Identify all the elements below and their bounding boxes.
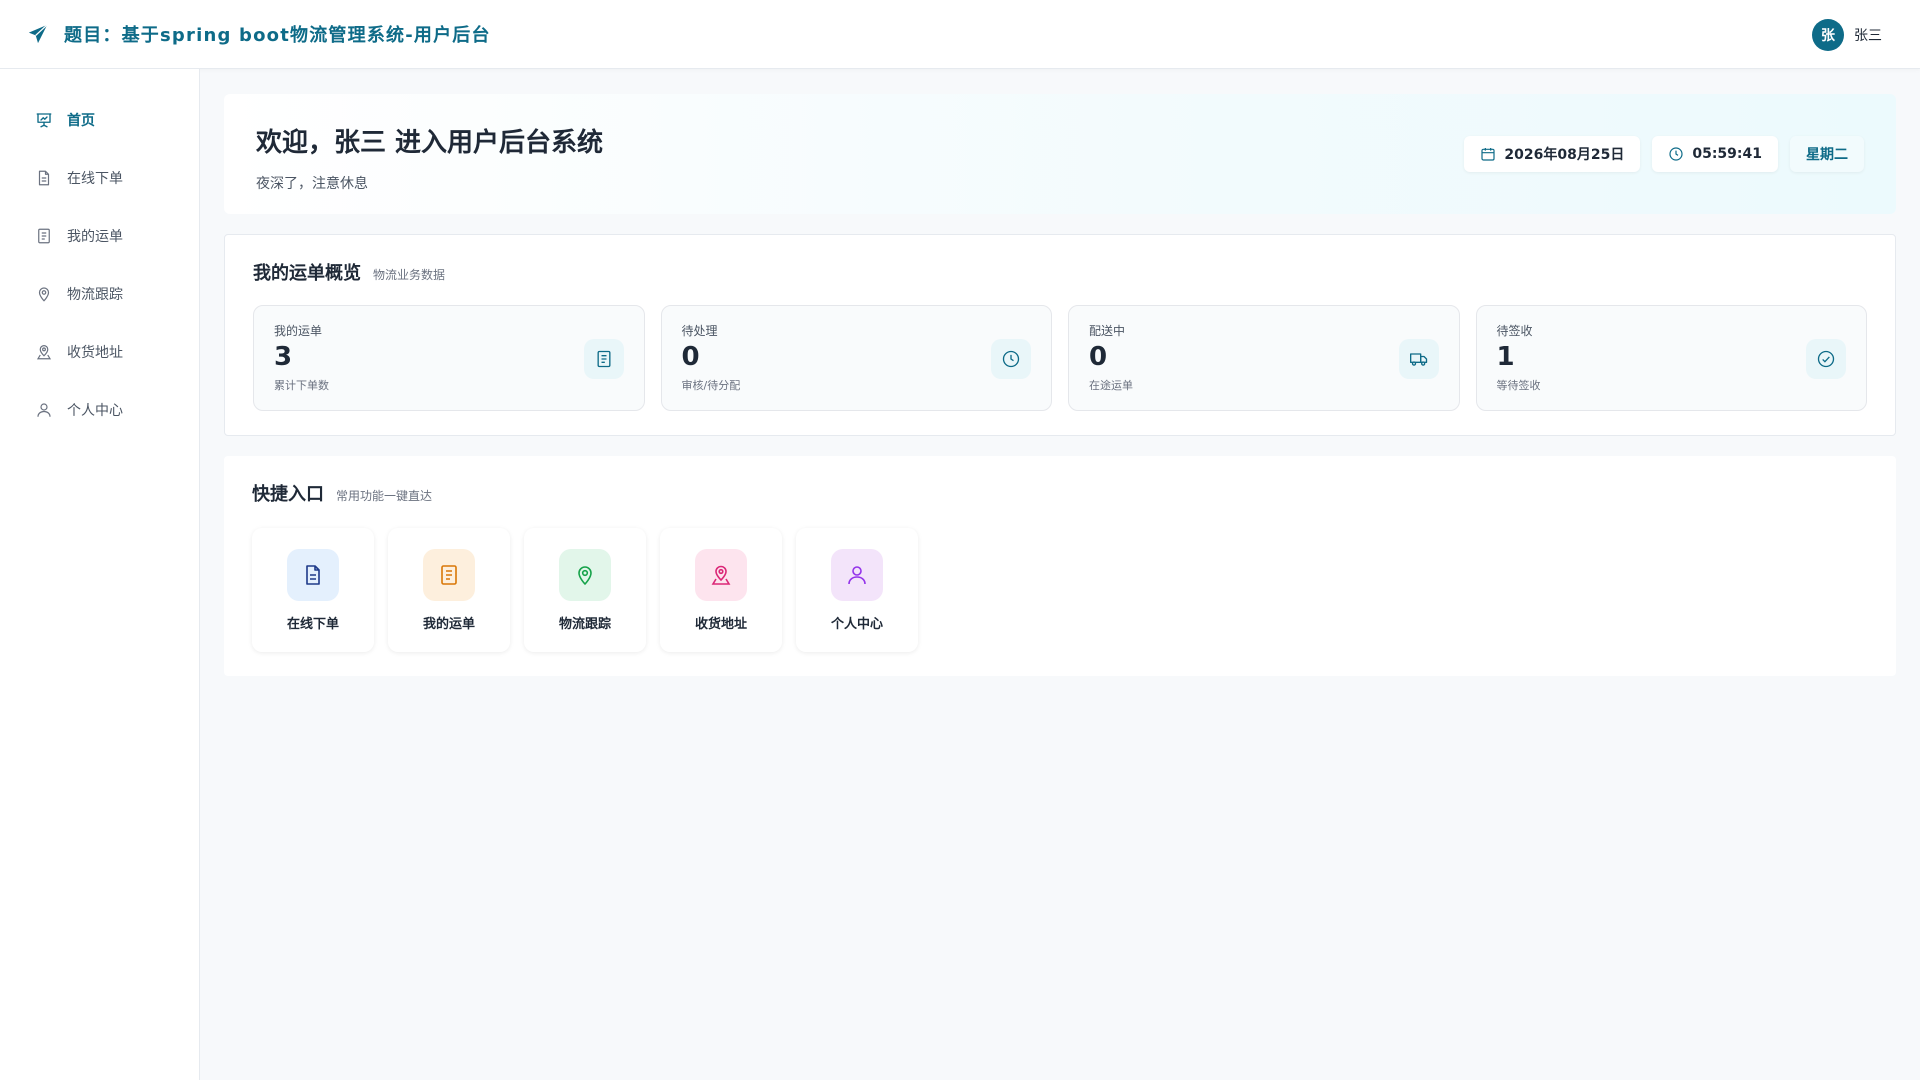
stat-label: 待处理 bbox=[681, 324, 718, 338]
document-icon bbox=[287, 549, 339, 601]
quick-card-address[interactable]: 收货地址 bbox=[660, 528, 782, 652]
quick-card-label: 我的运单 bbox=[422, 617, 475, 632]
sidebar-item-label: 个人中心 bbox=[67, 403, 123, 419]
map-pin-icon bbox=[36, 345, 52, 360]
clock-icon bbox=[991, 339, 1031, 379]
check-circle-icon bbox=[1806, 339, 1846, 379]
date-chip: 2026年08月25日 bbox=[1464, 136, 1641, 172]
sidebar-item-address[interactable]: 收货地址 bbox=[0, 323, 199, 381]
quick-card-label: 个人中心 bbox=[830, 617, 883, 632]
quick-card-my-waybills[interactable]: 我的运单 bbox=[388, 528, 510, 652]
quick-card-label: 在线下单 bbox=[286, 617, 339, 632]
welcome-banner: 欢迎，张三 进入用户后台系统 夜深了，注意休息 2026年08月25日 05:5… bbox=[224, 94, 1896, 214]
sidebar-item-online-order[interactable]: 在线下单 bbox=[0, 149, 199, 207]
stat-label: 待签收 bbox=[1496, 324, 1533, 338]
panel-title: 快捷入口 bbox=[252, 484, 324, 505]
welcome-subtitle: 夜深了，注意休息 bbox=[256, 176, 368, 192]
panel-subtitle: 常用功能一键直达 bbox=[336, 489, 433, 503]
user-icon bbox=[831, 549, 883, 601]
clock-icon bbox=[1669, 147, 1683, 161]
stat-card-my-waybills[interactable]: 我的运单 3 累计下单数 bbox=[253, 305, 645, 411]
quick-card-online-order[interactable]: 在线下单 bbox=[252, 528, 374, 652]
stat-label: 配送中 bbox=[1089, 324, 1126, 338]
calendar-icon bbox=[1481, 148, 1496, 161]
time-chip: 05:59:41 bbox=[1652, 136, 1778, 172]
sidebar-item-label: 物流跟踪 bbox=[67, 287, 123, 303]
list-document-icon bbox=[38, 228, 50, 244]
stat-card-pending[interactable]: 待处理 0 审核/待分配 bbox=[660, 305, 1052, 411]
paper-plane-icon bbox=[26, 22, 50, 46]
weekday-text: 星期二 bbox=[1806, 147, 1848, 163]
user-menu[interactable]: 张 张三 bbox=[1812, 0, 1882, 69]
datetime-chips: 2026年08月25日 05:59:41 星期二 bbox=[1464, 136, 1864, 172]
list-document-icon bbox=[423, 549, 475, 601]
panel-subtitle: 物流业务数据 bbox=[373, 268, 446, 282]
sidebar-item-label: 我的运单 bbox=[67, 229, 123, 245]
panel-header: 快捷入口 常用功能一键直达 bbox=[252, 480, 1868, 506]
stat-desc: 累计下单数 bbox=[274, 379, 329, 392]
time-text: 05:59:41 bbox=[1692, 146, 1762, 162]
stat-value: 3 bbox=[274, 342, 293, 372]
sidebar-item-home[interactable]: 首页 bbox=[0, 91, 199, 149]
stat-card-to-sign[interactable]: 待签收 1 等待签收 bbox=[1475, 305, 1867, 411]
avatar[interactable]: 张 bbox=[1812, 18, 1844, 51]
stat-label: 我的运单 bbox=[274, 324, 323, 338]
quick-card-profile[interactable]: 个人中心 bbox=[796, 528, 918, 652]
stat-desc: 等待签收 bbox=[1496, 379, 1541, 392]
stat-value: 0 bbox=[681, 342, 700, 372]
panel-title: 我的运单概览 bbox=[253, 263, 361, 284]
weekday-chip: 星期二 bbox=[1790, 136, 1864, 172]
stat-value: 1 bbox=[1496, 342, 1515, 372]
list-document-icon bbox=[583, 339, 624, 379]
stat-desc: 审核/待分配 bbox=[681, 379, 741, 392]
stats-row: 我的运单 3 累计下单数 待处理 0 审核/待分配 配送中 0 在途运单 待签收… bbox=[253, 305, 1867, 411]
app-title: 题目：基于spring boot物流管理系统-用户后台 bbox=[64, 25, 491, 46]
date-text: 2026年08月25日 bbox=[1504, 147, 1625, 163]
sidebar: 首页 在线下单 我的运单 物流跟踪 收货地址 个人中心 bbox=[0, 69, 200, 1080]
stat-desc: 在途运单 bbox=[1089, 379, 1133, 392]
top-header: 题目：基于spring boot物流管理系统-用户后台 张 张三 bbox=[0, 0, 1920, 69]
sidebar-item-label: 首页 bbox=[67, 113, 95, 129]
user-name[interactable]: 张三 bbox=[1854, 25, 1882, 45]
quick-card-label: 物流跟踪 bbox=[558, 617, 611, 632]
document-icon bbox=[38, 170, 50, 186]
sidebar-item-label: 收货地址 bbox=[67, 345, 123, 361]
quick-access-panel: 快捷入口 常用功能一键直达 在线下单 我的运单 物流跟踪 收货地址 个人中心 bbox=[224, 456, 1896, 676]
sidebar-item-label: 在线下单 bbox=[67, 171, 123, 187]
waybill-overview-panel: 我的运单概览 物流业务数据 我的运单 3 累计下单数 待处理 0 审核/待分配 bbox=[224, 234, 1896, 436]
user-icon bbox=[37, 403, 51, 417]
map-pin-icon bbox=[695, 549, 747, 601]
quick-card-tracking[interactable]: 物流跟踪 bbox=[524, 528, 646, 652]
stat-card-delivering[interactable]: 配送中 0 在途运单 bbox=[1068, 305, 1460, 411]
presentation-chart-icon bbox=[36, 113, 52, 128]
location-pin-icon bbox=[38, 287, 50, 302]
location-pin-icon bbox=[559, 549, 611, 601]
stat-value: 0 bbox=[1089, 342, 1108, 372]
sidebar-item-my-waybills[interactable]: 我的运单 bbox=[0, 207, 199, 265]
main-content: 欢迎，张三 进入用户后台系统 夜深了，注意休息 2026年08月25日 05:5… bbox=[224, 94, 1896, 676]
quick-grid: 在线下单 我的运单 物流跟踪 收货地址 个人中心 bbox=[252, 528, 1868, 652]
sidebar-item-profile[interactable]: 个人中心 bbox=[0, 381, 199, 439]
quick-card-label: 收货地址 bbox=[694, 617, 747, 632]
sidebar-item-tracking[interactable]: 物流跟踪 bbox=[0, 265, 199, 323]
panel-header: 我的运单概览 物流业务数据 bbox=[253, 259, 1867, 285]
brand[interactable]: 题目：基于spring boot物流管理系统-用户后台 bbox=[26, 21, 491, 47]
truck-icon bbox=[1398, 339, 1439, 379]
